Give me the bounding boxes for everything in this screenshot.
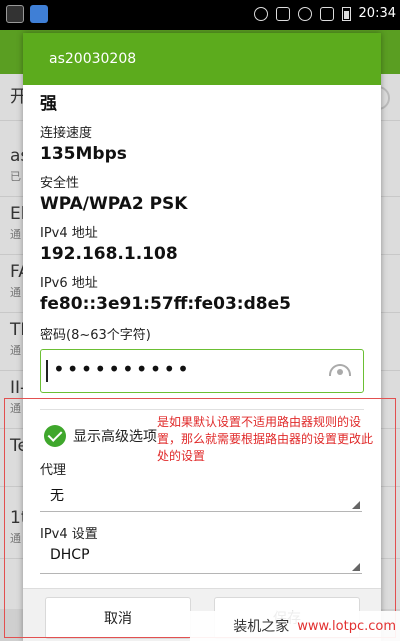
weather-icon <box>30 5 48 23</box>
watermark-url: www.lotpc.com <box>297 618 396 634</box>
background-row-subtitle: 已 <box>10 170 21 183</box>
wifi-details-dialog: as20030208 强 连接速度 135Mbps 安全性 WPA/WPA2 P… <box>23 33 381 641</box>
password-field[interactable]: •••••••••• <box>40 349 364 393</box>
text-cursor <box>46 360 48 382</box>
background-row-subtitle: 通 <box>10 532 21 545</box>
proxy-value: 无 <box>50 488 64 504</box>
status-bar: 20:34 <box>0 0 400 30</box>
status-time: 20:34 <box>358 6 396 21</box>
checked-icon <box>44 425 66 447</box>
dropdown-caret-icon <box>352 563 360 571</box>
ipv4-address-value: 192.168.1.108 <box>40 244 178 264</box>
password-label: 密码(8~63个字符) <box>40 328 151 343</box>
dialog-title: as20030208 <box>23 33 381 85</box>
background-row-subtitle: 通 <box>10 402 21 415</box>
ipv4-settings-label: IPv4 设置 <box>40 527 98 542</box>
background-row-subtitle: 通 <box>10 228 21 241</box>
background-row-subtitle: 通 <box>10 344 21 357</box>
advanced-options-checkbox[interactable]: 显示高级选项 <box>44 421 157 451</box>
network-info: 强 连接速度 135Mbps 安全性 WPA/WPA2 PSK IPv4 地址 … <box>23 89 381 410</box>
notification-icon <box>6 5 24 23</box>
security-value: WPA/WPA2 PSK <box>40 194 188 214</box>
background-row-subtitle: 通 <box>10 286 21 299</box>
alarm-icon <box>253 6 268 21</box>
battery-icon <box>341 6 351 21</box>
link-speed-label: 连接速度 <box>40 126 93 141</box>
vibrate-icon <box>275 6 290 21</box>
cancel-button[interactable]: 取消 <box>45 597 191 639</box>
ipv4-settings-value: DHCP <box>50 547 90 563</box>
annotation-text: 是如果默认设置不适用路由器规则的设置，那么就需要根据路由器的设置更改此处的设置 <box>157 415 374 463</box>
ipv6-address-value: fe80::3e91:57ff:fe03:d8e5 <box>40 294 291 314</box>
proxy-label: 代理 <box>40 463 67 478</box>
security-label: 安全性 <box>40 176 80 191</box>
ipv4-settings-select[interactable]: DHCP <box>40 541 362 574</box>
watermark-text: 装机之家 <box>233 619 290 635</box>
show-password-icon[interactable] <box>329 364 351 376</box>
ipv6-address-label: IPv6 地址 <box>40 276 98 291</box>
watermark: 装机之家 www.lotpc.com <box>190 611 400 641</box>
dropdown-caret-icon <box>352 501 360 509</box>
wifi-icon <box>297 6 312 21</box>
password-value: •••••••••• <box>53 357 191 381</box>
advanced-options-label: 显示高级选项 <box>73 429 157 445</box>
link-speed-value: 135Mbps <box>40 144 127 164</box>
divider <box>40 409 364 410</box>
proxy-select[interactable]: 无 <box>40 479 362 512</box>
signal-strength-value: 强 <box>40 94 57 114</box>
sim-icon <box>319 6 334 21</box>
ipv4-address-label: IPv4 地址 <box>40 226 98 241</box>
